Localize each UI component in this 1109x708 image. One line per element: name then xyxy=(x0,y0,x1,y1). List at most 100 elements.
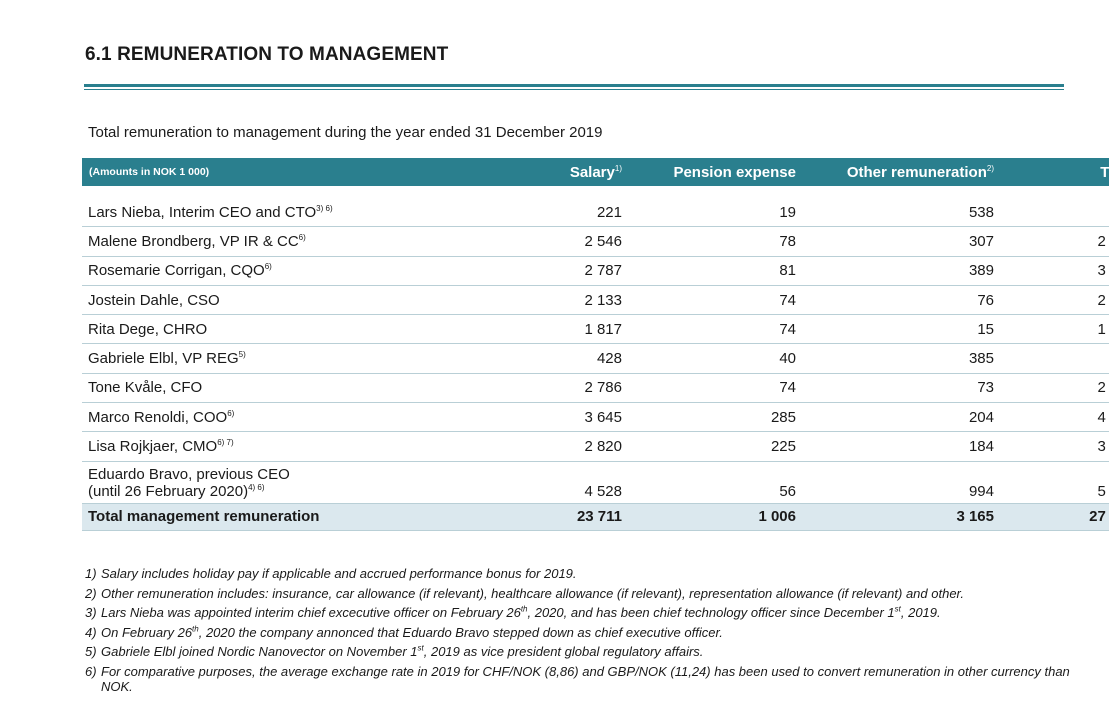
table-row: Rita Dege, CHRO 1 81774151 906 xyxy=(82,314,1109,345)
row-total: 3 229 xyxy=(1000,431,1109,462)
title-rule xyxy=(84,84,1064,87)
footnote-number: 1) xyxy=(85,566,97,581)
total-label: Total management remuneration xyxy=(82,502,458,531)
row-name-text: Rita Dege, CHRO xyxy=(88,320,208,338)
row-other: 15 xyxy=(802,314,1000,345)
header-salary-note: 1) xyxy=(614,163,622,173)
row-name-text: Lisa Rojkjaer, CMO xyxy=(88,438,218,456)
footnote-text: Lars Nieba was appointed interim chief e… xyxy=(101,605,941,620)
row-other: 538 xyxy=(802,198,1000,228)
footnote-text-part: , 2020, and has been chief technology of… xyxy=(527,605,895,620)
header-amounts-unit: (Amounts in NOK 1 000) xyxy=(82,158,458,186)
header-other-label: Other remuneration xyxy=(846,163,987,181)
row-pension: 74 xyxy=(628,285,802,316)
row-other: 76 xyxy=(802,285,1000,316)
row-total: 2 933 xyxy=(1000,373,1109,404)
row-name-text: Eduardo Bravo, previous CEO xyxy=(88,465,290,483)
row-pension: 56 xyxy=(628,461,802,504)
row-name: Eduardo Bravo, previous CEO (until 26 Feb… xyxy=(82,461,458,504)
row-name: Rosemarie Corrigan, CQO6) xyxy=(82,256,458,286)
footnote-ordinal: th xyxy=(192,624,199,634)
row-name: Lars Nieba, Interim CEO and CTO3) 6) xyxy=(82,198,458,228)
row-name-text: Rosemarie Corrigan, CQO xyxy=(88,262,265,280)
row-salary: 1 817 xyxy=(458,314,628,345)
table-spacer xyxy=(82,186,1109,198)
total-salary: 23 711 xyxy=(458,502,628,531)
row-salary: 2 820 xyxy=(458,431,628,462)
table-caption: Total remuneration to management during … xyxy=(88,124,603,141)
remuneration-table: (Amounts in NOK 1 000) Salary1) Pension … xyxy=(82,158,1109,531)
row-salary: 428 xyxy=(458,343,628,374)
row-pension: 285 xyxy=(628,402,802,433)
footnote-text: On February 26th, 2020 the company annon… xyxy=(101,625,723,640)
row-salary: 2 786 xyxy=(458,373,628,404)
footnote-2: 2) Other remuneration includes: insuranc… xyxy=(85,586,1070,602)
row-pension: 74 xyxy=(628,373,802,404)
row-name-text: Lars Nieba, Interim CEO and CTO xyxy=(88,203,317,221)
row-footnote-ref: 4) 6) xyxy=(248,482,265,492)
footnote-text: Salary includes holiday pay if applicabl… xyxy=(101,566,577,581)
row-salary: 2 787 xyxy=(458,256,628,286)
row-name: Gabriele Elbl, VP REG5) xyxy=(82,343,458,374)
row-footnote-ref: 5) xyxy=(238,350,246,360)
row-footnote-ref: 6) xyxy=(298,232,306,242)
row-salary: 2 546 xyxy=(458,226,628,257)
row-name: Malene Brondberg, VP IR & CC6) xyxy=(82,226,458,257)
row-footnote-ref: 6) xyxy=(227,408,235,418)
table-row: Eduardo Bravo, previous CEO (until 26 Feb… xyxy=(82,461,1109,504)
footnote-text-part: , 2019 as vice president global regulato… xyxy=(423,644,704,659)
row-name-text: Tone Kvåle, CFO xyxy=(88,379,203,397)
table-row: Rosemarie Corrigan, CQO6)2 787813893 257 xyxy=(82,256,1109,286)
table-row: Marco Renoldi, COO6) 3 6452852044 134 xyxy=(82,402,1109,433)
table-row: Gabriele Elbl, VP REG5)42840385853 xyxy=(82,343,1109,374)
row-footnote-ref: 6) xyxy=(264,262,272,272)
row-name-text: Marco Renoldi, COO xyxy=(88,408,228,426)
footnote-number: 6) xyxy=(85,663,97,679)
row-name: Tone Kvåle, CFO xyxy=(82,373,458,404)
footnote-5: 5) Gabriele Elbl joined Nordic Nanovecto… xyxy=(85,644,1070,660)
header-salary-label: Salary xyxy=(569,163,615,181)
footnote-number: 4) xyxy=(85,624,97,640)
footnote-number: 2) xyxy=(85,585,97,601)
row-pension: 40 xyxy=(628,343,802,374)
footnote-number: 3) xyxy=(85,605,97,620)
table-total-row: Total management remuneration 23 711 1 0… xyxy=(82,502,1109,531)
row-total: 4 134 xyxy=(1000,402,1109,433)
row-name-text: Jostein Dahle, CSO xyxy=(88,291,220,309)
title-rule-secondary xyxy=(84,89,1064,90)
header-other: Other remuneration2) xyxy=(802,158,1000,186)
row-total: 778 xyxy=(1000,198,1109,228)
footnote-text: Gabriele Elbl joined Nordic Nanovector o… xyxy=(101,644,703,659)
row-salary: 3 645 xyxy=(458,402,628,433)
footnote-1: 1) Salary includes holiday pay if applic… xyxy=(85,566,1070,582)
row-total: 2 283 xyxy=(1000,285,1109,316)
row-footnote-ref: 6) 7) xyxy=(217,438,234,448)
row-pension: 74 xyxy=(628,314,802,345)
row-salary: 2 133 xyxy=(458,285,628,316)
footnotes: 1) Salary includes holiday pay if applic… xyxy=(85,566,1070,699)
table-row: Jostein Dahle, CSO 2 13374762 283 xyxy=(82,285,1109,316)
footnote-text-part: On February 26 xyxy=(101,624,193,640)
footnote-text-part: Lars Nieba was appointed interim chief e… xyxy=(101,605,521,620)
footnote-text: Other remuneration includes: insurance, … xyxy=(101,585,965,601)
row-other: 204 xyxy=(802,402,1000,433)
footnote-text-part: , 2020 the company annonced that Eduardo… xyxy=(198,624,723,640)
row-total: 1 906 xyxy=(1000,314,1109,345)
total-pension: 1 006 xyxy=(628,502,802,531)
footnote-4: 4) On February 26th, 2020 the company an… xyxy=(85,625,1070,641)
header-pension: Pension expense xyxy=(628,158,802,186)
row-pension: 225 xyxy=(628,431,802,462)
row-total: 853 xyxy=(1000,343,1109,374)
footnote-number: 5) xyxy=(85,644,97,659)
row-name-text: Gabriele Elbl, VP REG xyxy=(88,350,239,368)
footnote-text-part: , 2019. xyxy=(900,605,941,620)
row-pension: 81 xyxy=(628,256,802,286)
row-total: 3 257 xyxy=(1000,256,1109,286)
row-other: 73 xyxy=(802,373,1000,404)
total-total: 27 882 xyxy=(1000,502,1109,531)
row-salary: 4 528 xyxy=(458,461,628,504)
row-name: Jostein Dahle, CSO xyxy=(82,285,458,316)
row-total: 2 931 xyxy=(1000,226,1109,257)
row-pension: 78 xyxy=(628,226,802,257)
row-name-text: Malene Brondberg, VP IR & CC xyxy=(88,232,299,250)
